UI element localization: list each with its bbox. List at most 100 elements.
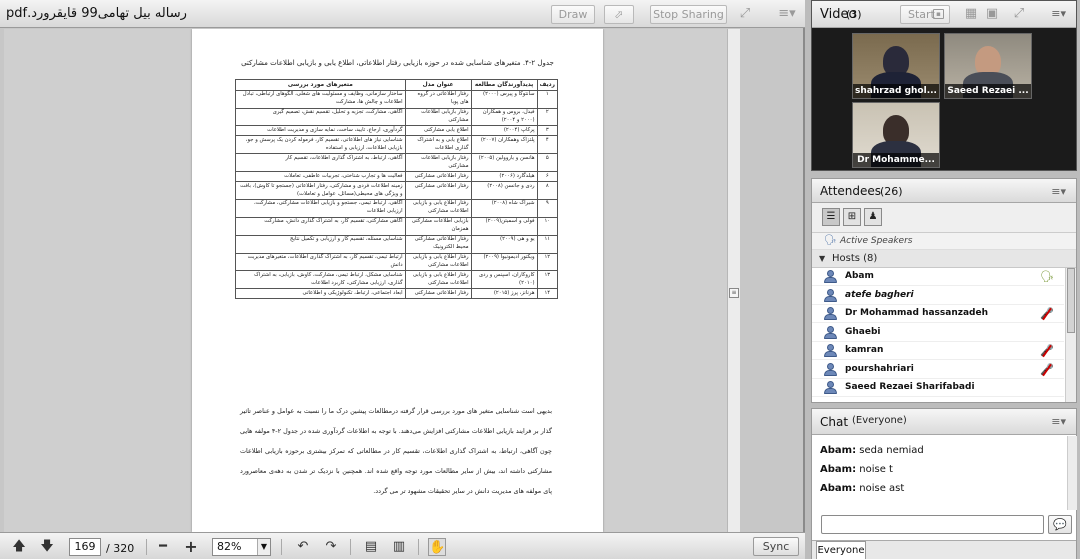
filmstrip-view-icon[interactable]: ▦ [962, 5, 980, 23]
user-icon [824, 325, 837, 339]
draw-button[interactable]: Draw [551, 5, 595, 24]
chat-tab-everyone[interactable]: Everyone [816, 541, 866, 559]
share-pod: رساله بیل تهامی99 قایقرورد.pdf Draw ⬀ St… [0, 0, 805, 559]
video-tile[interactable]: shahrzad ghol... [852, 33, 940, 99]
table-cell: آگاهی مشارکتی، تقسیم کار، به اشتراک گذار… [235, 216, 406, 236]
user-icon [824, 362, 837, 376]
table-cell: ۳ [536, 125, 559, 137]
document-viewport[interactable]: جدول ۲-۴. متغیرهای شناسایی شده در حوزه ب… [4, 29, 727, 532]
table-cell: ۶ [536, 171, 559, 183]
user-icon [824, 307, 837, 320]
page-number-input[interactable]: 169 [69, 538, 101, 556]
table-cell: ردی و جانسن (۲۰۰۸) [470, 181, 538, 200]
zoom-value: 82% [217, 540, 242, 553]
table-cell: کاروکاران، اسپنس و ردی (۲۰۱۰) [470, 270, 538, 290]
pod-menu-icon[interactable]: ≡▾ [778, 5, 796, 23]
scroll-thumb[interactable]: ≡ [729, 288, 739, 298]
user-icon [824, 381, 837, 394]
table-cell: فولی و اسمیتن(۲۰۰۹) [470, 216, 538, 236]
rotate-right-icon[interactable]: ↷ [322, 538, 340, 556]
table-cell: گردآوری، ارجاع، تایید، ساخت، نمایه سازی … [235, 125, 406, 137]
page-total: / 320 [106, 542, 135, 555]
speech-bubble-icon: 💬 [1053, 518, 1067, 531]
attendee-scrollbar[interactable] [1065, 268, 1076, 402]
table-row: ۱۰ فولی و اسمیتن(۲۰۰۹) بازیابی اطلاعات مشا… [235, 216, 559, 236]
chat-scrollbar[interactable] [1067, 436, 1077, 510]
fullscreen-icon[interactable]: ⤢ [1010, 5, 1028, 23]
rotate-left-icon[interactable]: ↶ [294, 538, 312, 556]
pointer-icon: ⬀ [614, 8, 624, 21]
attendee-row[interactable]: Ghaebi [812, 324, 1064, 342]
pod-menu-icon[interactable]: ≡▾ [1051, 415, 1066, 428]
table-cell: ۵ [536, 153, 559, 173]
stop-sharing-button[interactable]: Stop Sharing [650, 5, 727, 24]
attendees-pod: Attendees ≡▾ ☰ ⊞ ♟ 🗣 Active Speakers ▼ H… [811, 178, 1077, 403]
table-row: ۱ سانتوکا و پیرس (۲۰۰۰) رفتار اطلاعاتی در … [235, 89, 559, 109]
attendee-row[interactable]: Dr Mohammad hassanzadeh 🎤 [812, 305, 1064, 323]
zoom-in-icon[interactable]: + [182, 538, 200, 556]
table-cell: رفتار اطلاعاتی مشارکتی [404, 288, 472, 300]
share-footer: 🡅 🡇 169 / 320 ━ + 82% ▼ ↶ ↷ ▤ ▥ ✋ Sync [0, 532, 805, 559]
zoom-select[interactable]: 82% ▼ [212, 538, 271, 556]
chat-title: Chat [820, 415, 849, 429]
scroll-thumb[interactable] [1067, 268, 1075, 333]
table-cell: شناسایی مشکل، ارتباط تیمی، مشارکت، کاوش،… [235, 270, 406, 290]
video-tile-name: shahrzad ghol... [853, 84, 939, 98]
table-cell: رفتار اطلاع یابی و بازیابی اطلاعات مشارک… [404, 198, 472, 218]
pod-menu-icon[interactable]: ≡▾ [1051, 185, 1066, 198]
chat-input[interactable] [821, 515, 1044, 534]
list-view-icon[interactable]: ☰ [822, 208, 840, 226]
arrow-down-icon[interactable]: 🡇 [38, 538, 56, 556]
chevron-down-icon[interactable]: ▼ [819, 254, 825, 263]
speaker-icon: 🗣 [824, 235, 837, 246]
table-row: ۴ پلتزاک وهمکاران (۲۰۰۷) اطلاع یابی و به ا… [235, 135, 559, 155]
table-cell: رفتار اطلاعاتی مشارکتی [404, 181, 472, 200]
video-count: (3) [846, 8, 862, 21]
status-view-icon[interactable]: ♟ [864, 208, 882, 226]
chat-text: seda nemiad [859, 445, 924, 456]
attendee-row[interactable]: pourshahriari 🎤 [812, 361, 1064, 379]
chevron-down-icon[interactable]: ▼ [257, 539, 270, 555]
zoom-out-icon[interactable]: ━ [154, 538, 172, 556]
sync-button[interactable]: Sync [753, 537, 799, 556]
pod-menu-icon[interactable]: ≡▾ [1051, 7, 1066, 20]
hosts-group-row[interactable]: ▼ Hosts (8) [812, 250, 1076, 268]
document-scrollbar[interactable]: ≡ [727, 29, 740, 532]
table-cell: هانسن و یاروولین (۲۰۰۵) [470, 153, 538, 173]
fullscreen-icon[interactable]: ⤢ [736, 5, 754, 23]
table-cell: سانتوکا و پیرس (۲۰۰۰) [470, 89, 538, 109]
table-cell: آگاهی، ارتباط تیمی، جستجو و بازیابی اطلا… [235, 198, 406, 218]
table-header-cell: پدیدآورندگان مطالعه [470, 79, 538, 91]
attendee-row[interactable]: Abam 🗣 [812, 268, 1064, 286]
table-caption: جدول ۲-۴. متغیرهای شناسایی شده در حوزه ب… [241, 59, 554, 67]
table-cell: رفتار اطلاعاتی در گروه های پویا [404, 89, 472, 109]
table-cell: پرکاپ (۲۰۰۴) [470, 125, 538, 137]
table-cell: ابعاد اجتماعی، ارتباط، تکنولوژیکی و اطلا… [235, 288, 406, 300]
grid-view-icon[interactable]: ▣ [983, 5, 1001, 23]
attendee-row[interactable]: atefe bagheri [812, 287, 1064, 305]
table-cell: رفتار اطلاعاتی مشارکتی محیط الکترونیک [404, 234, 472, 254]
video-tile[interactable]: Saeed Rezaei ... [944, 33, 1032, 99]
hand-tool-icon[interactable]: ✋ [428, 538, 446, 556]
table-cell: بازیابی اطلاعات مشارکتی همزمان [404, 216, 472, 236]
table-cell: ۱۰ [536, 216, 559, 236]
video-tile[interactable]: Dr Mohamme... [852, 102, 940, 168]
table-cell: شناسایی نیاز های اطلاعاتی، تقسیم کار، فر… [235, 135, 406, 155]
user-icon [824, 270, 837, 283]
start-video-button[interactable]: Start ▪ [900, 5, 950, 24]
breakout-view-icon[interactable]: ⊞ [843, 208, 861, 226]
table-cell: ۱۴ [536, 288, 559, 300]
send-message-button[interactable]: 💬 [1048, 515, 1072, 534]
arrow-up-icon[interactable]: 🡅 [10, 538, 28, 556]
table-cell: ۱ [536, 89, 559, 109]
two-page-icon[interactable]: ▥ [390, 538, 408, 556]
table-cell: ارتباط تیمی، تقسیم کار، به اشتراک گذاری … [235, 252, 406, 272]
table-cell: شناسایی مسئله، تقسیم کار و ارزیابی و تکم… [235, 234, 406, 254]
single-page-icon[interactable]: ▤ [362, 538, 380, 556]
attendee-row[interactable]: Saeed Rezaei Sharifabadi [812, 379, 1064, 397]
pointer-button[interactable]: ⬀ [604, 5, 634, 24]
attendees-toolbar: ☰ ⊞ ♟ [812, 203, 1076, 233]
chat-sender: Abam: [820, 483, 857, 494]
attendee-row[interactable]: kamran 🎤 [812, 342, 1064, 360]
table-header-cell: متغیرهای مورد بررسی [235, 79, 406, 91]
